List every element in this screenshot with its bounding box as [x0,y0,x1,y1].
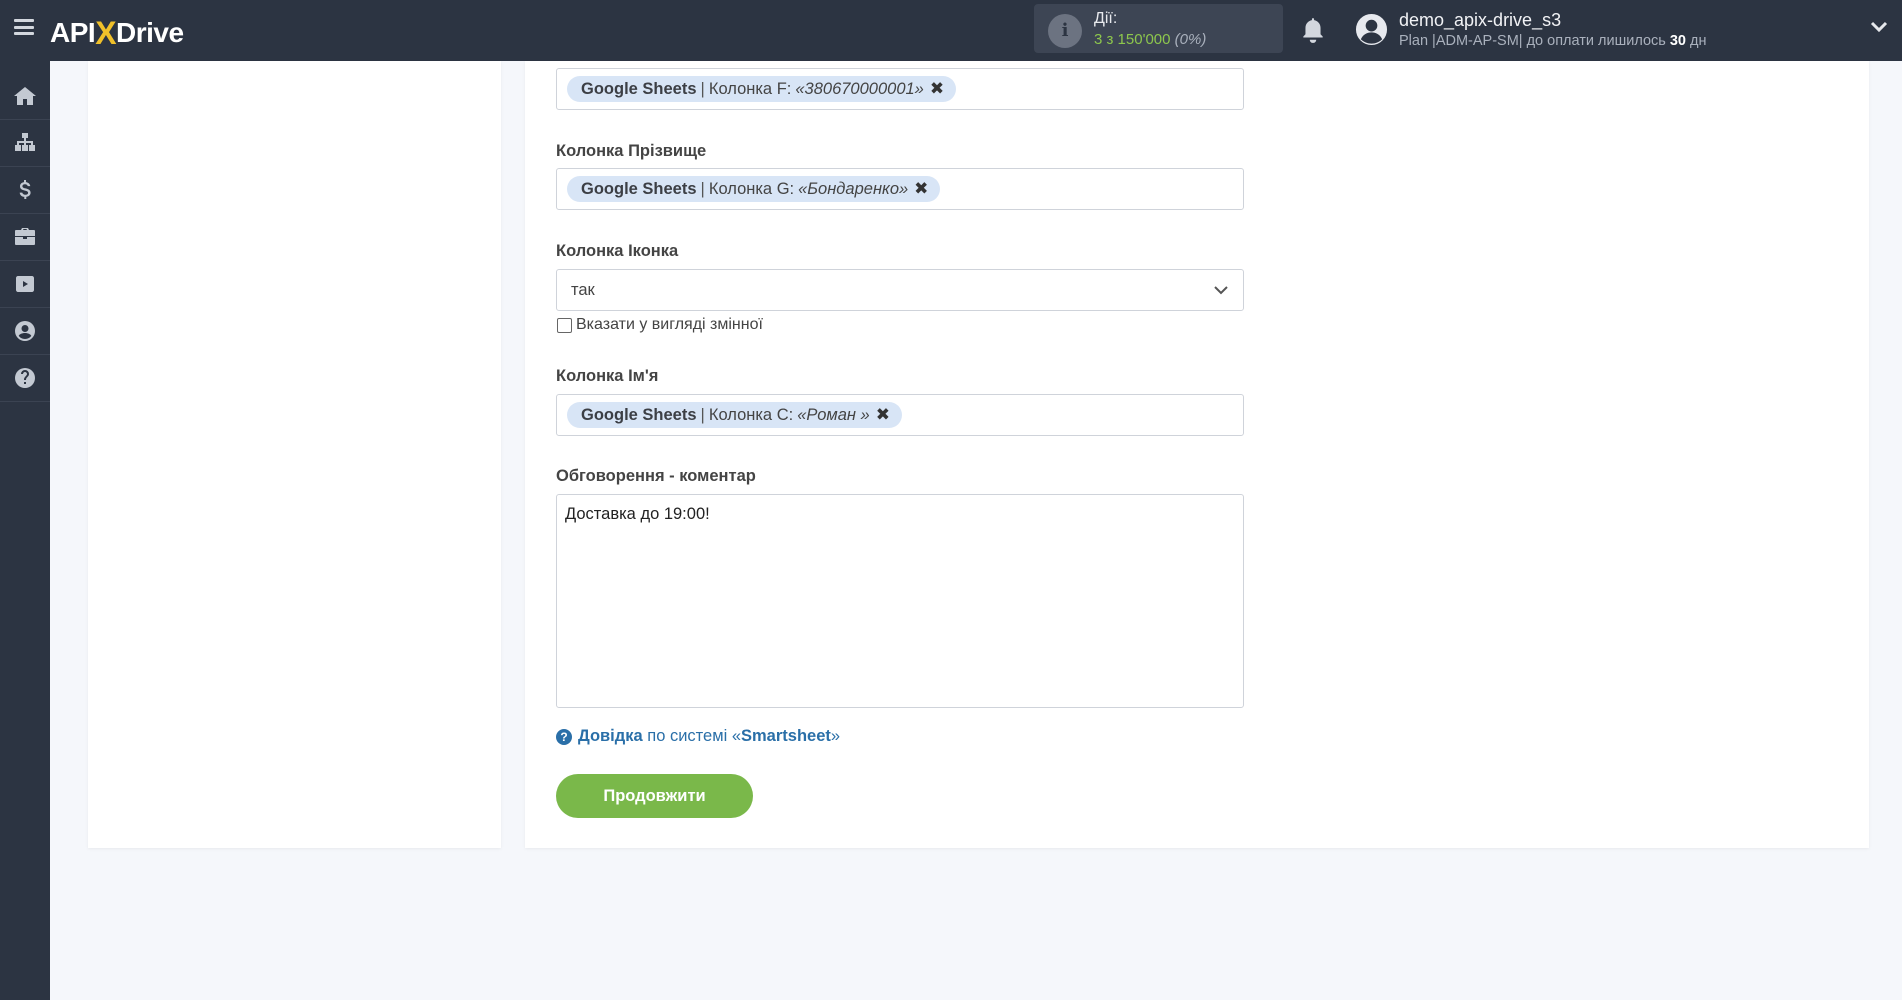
chevron-down-icon [1214,286,1228,295]
avatar[interactable] [1355,13,1388,46]
first-name-field[interactable]: Google Sheets | Колонка C: «Роман » ✖ [556,394,1244,436]
sidebar-item-home[interactable] [0,73,50,120]
bell-icon[interactable] [1300,16,1326,44]
logo[interactable]: APIXDrive [50,13,184,51]
sitemap-icon [15,133,35,151]
icon-select[interactable]: так [556,269,1244,311]
left-panel [88,61,501,848]
help-link[interactable]: Довідка [578,727,643,746]
surname-field[interactable]: Google Sheets | Колонка G: «Бондаренко» ✖ [556,168,1244,210]
comment-label: Обговорення - коментар [556,467,756,485]
remove-tag-icon[interactable]: ✖ [914,176,928,202]
icon-label: Колонка Іконка [556,242,679,260]
sidebar-item-profile[interactable] [0,308,50,355]
actions-label: Дії: [1094,10,1118,27]
sidebar-item-video[interactable] [0,261,50,308]
phone-field[interactable]: Google Sheets | Колонка F: «380670000001» ✖ [556,68,1244,110]
checkbox-label: Вказати у вигляді змінної [576,316,763,333]
plan-info: Plan |ADM-AP-SM| до оплати лишилось 30 д… [1399,33,1707,49]
top-bar: APIXDrive i Дії: 3 з 150'000 (0%) demo_a… [0,0,1902,61]
username: demo_apix-drive_s3 [1399,10,1562,30]
user-circle-icon [15,321,35,341]
sidebar-item-connections[interactable] [0,120,50,167]
remove-tag-icon[interactable]: ✖ [876,402,890,428]
select-value: так [571,281,595,299]
surname-label: Колонка Прізвище [556,142,707,160]
dollar-icon [19,180,31,199]
menu-icon[interactable] [14,19,34,35]
briefcase-icon [15,228,35,245]
question-circle-icon: ? [556,728,572,745]
sidebar [0,61,50,1000]
variable-tag: Google Sheets | Колонка C: «Роман » ✖ [567,402,902,428]
sidebar-item-help[interactable] [0,355,50,402]
youtube-icon [16,276,34,292]
remove-tag-icon[interactable]: ✖ [930,76,944,102]
variable-tag: Google Sheets | Колонка G: «Бондаренко» ✖ [567,176,941,202]
comment-textarea[interactable]: Доставка до 19:00! [556,494,1244,708]
actions-counter: i Дії: 3 з 150'000 (0%) [1034,4,1283,53]
chevron-down-icon[interactable] [1870,20,1888,34]
sidebar-item-billing[interactable] [0,167,50,214]
actions-count: 3 з 150'000 (0%) [1094,31,1207,48]
first-name-label: Колонка Ім'я [556,367,659,385]
home-icon [14,87,36,105]
sidebar-item-briefcase[interactable] [0,214,50,261]
help-row: ? Довідка по системі «Smartsheet» [556,727,840,746]
info-icon: i [1048,14,1082,48]
variable-tag: Google Sheets | Колонка F: «380670000001» ✖ [567,76,957,102]
question-icon [15,368,35,388]
continue-button[interactable]: Продовжити [556,774,753,818]
variable-checkbox-row: Вказати у вигляді змінної [557,316,763,334]
variable-checkbox[interactable] [557,317,572,333]
